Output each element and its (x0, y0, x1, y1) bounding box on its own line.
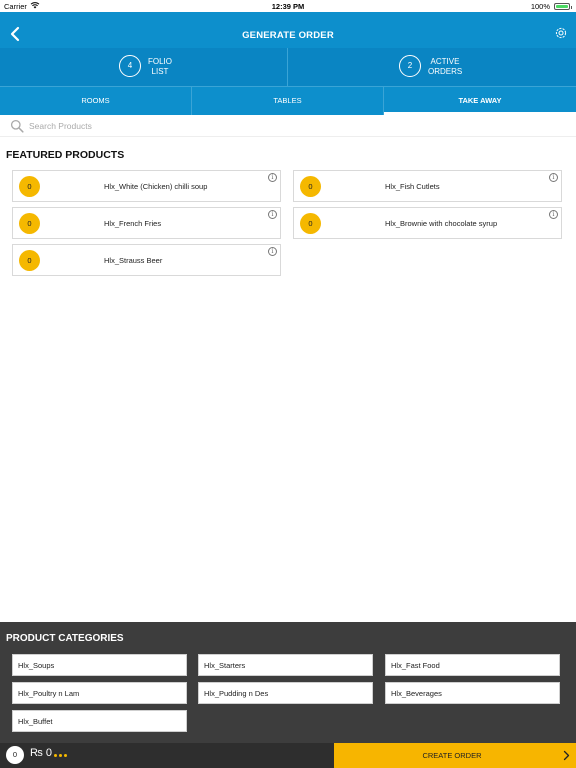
cart-total: ₨ 0 (30, 747, 52, 759)
search-bar (0, 115, 576, 137)
product-card[interactable]: 0 Hlx_Strauss Beer i (12, 244, 281, 276)
category-button[interactable]: Hlx_Pudding n Des (198, 682, 373, 704)
status-bar: Carrier 12:39 PM 100% (0, 0, 576, 12)
chevron-right-icon (563, 750, 570, 761)
product-name: Hlx_French Fries (104, 219, 162, 228)
featured-products-heading: FEATURED PRODUCTS (6, 149, 125, 161)
product-name: Hlx_Strauss Beer (104, 256, 163, 265)
active-orders-count-badge: 2 (399, 55, 421, 77)
search-icon (10, 119, 24, 133)
category-button[interactable]: Hlx_Beverages (385, 682, 560, 704)
order-type-tabs: ROOMS TABLES TAKE AWAY (0, 86, 576, 115)
product-card[interactable]: 0 Hlx_French Fries i (12, 207, 281, 239)
info-icon[interactable]: i (268, 210, 277, 219)
product-categories-panel: PRODUCT CATEGORIES Hlx_Soups Hlx_Starter… (0, 622, 576, 743)
info-icon[interactable]: i (268, 247, 277, 256)
cart-count-badge[interactable]: 0 (6, 746, 24, 764)
active-orders-label: ACTIVE ORDERS (428, 57, 463, 76)
product-name: Hlx_Fish Cutlets (385, 182, 440, 191)
active-orders-button[interactable]: 2 ACTIVE ORDERS (288, 48, 576, 86)
quantity-badge[interactable]: 0 (300, 213, 321, 234)
category-button[interactable]: Hlx_Poultry n Lam (12, 682, 187, 704)
info-icon[interactable]: i (549, 173, 558, 182)
quantity-badge[interactable]: 0 (19, 250, 40, 271)
page-title: GENERATE ORDER (242, 30, 334, 41)
category-button[interactable]: Hlx_Fast Food (385, 654, 560, 676)
tab-take-away[interactable]: TAKE AWAY (384, 87, 576, 115)
battery-icon (554, 3, 572, 10)
product-categories-heading: PRODUCT CATEGORIES (6, 633, 124, 644)
product-name: Hlx_Brownie with chocolate syrup (385, 219, 498, 228)
category-button[interactable]: Hlx_Starters (198, 654, 373, 676)
clock: 12:39 PM (271, 2, 305, 11)
gear-icon[interactable] (554, 26, 568, 40)
more-dots-icon[interactable] (54, 754, 68, 758)
product-card[interactable]: 0 Hlx_Fish Cutlets i (293, 170, 562, 202)
quantity-badge[interactable]: 0 (300, 176, 321, 197)
quantity-badge[interactable]: 0 (19, 176, 40, 197)
category-button[interactable]: Hlx_Buffet (12, 710, 187, 732)
tab-tables[interactable]: TABLES (192, 87, 384, 115)
folio-bar: 4 FOLIO LIST 2 ACTIVE ORDERS (0, 48, 576, 86)
create-order-label: CREATE ORDER (422, 751, 482, 760)
quantity-badge[interactable]: 0 (19, 213, 40, 234)
battery-percent: 100% (530, 2, 550, 11)
info-icon[interactable]: i (268, 173, 277, 182)
tab-rooms[interactable]: ROOMS (0, 87, 192, 115)
info-icon[interactable]: i (549, 210, 558, 219)
folio-list-label: FOLIO LIST (148, 57, 173, 76)
category-button[interactable]: Hlx_Soups (12, 654, 187, 676)
folio-list-button[interactable]: 4 FOLIO LIST (0, 48, 288, 86)
search-input[interactable] (29, 119, 549, 133)
folio-count-badge: 4 (119, 55, 141, 77)
product-card[interactable]: 0 Hlx_Brownie with chocolate syrup i (293, 207, 562, 239)
product-name: Hlx_White (Chicken) chilli soup (104, 182, 208, 191)
create-order-button[interactable]: CREATE ORDER (334, 743, 576, 768)
product-card[interactable]: 0 Hlx_White (Chicken) chilli soup i (12, 170, 281, 202)
